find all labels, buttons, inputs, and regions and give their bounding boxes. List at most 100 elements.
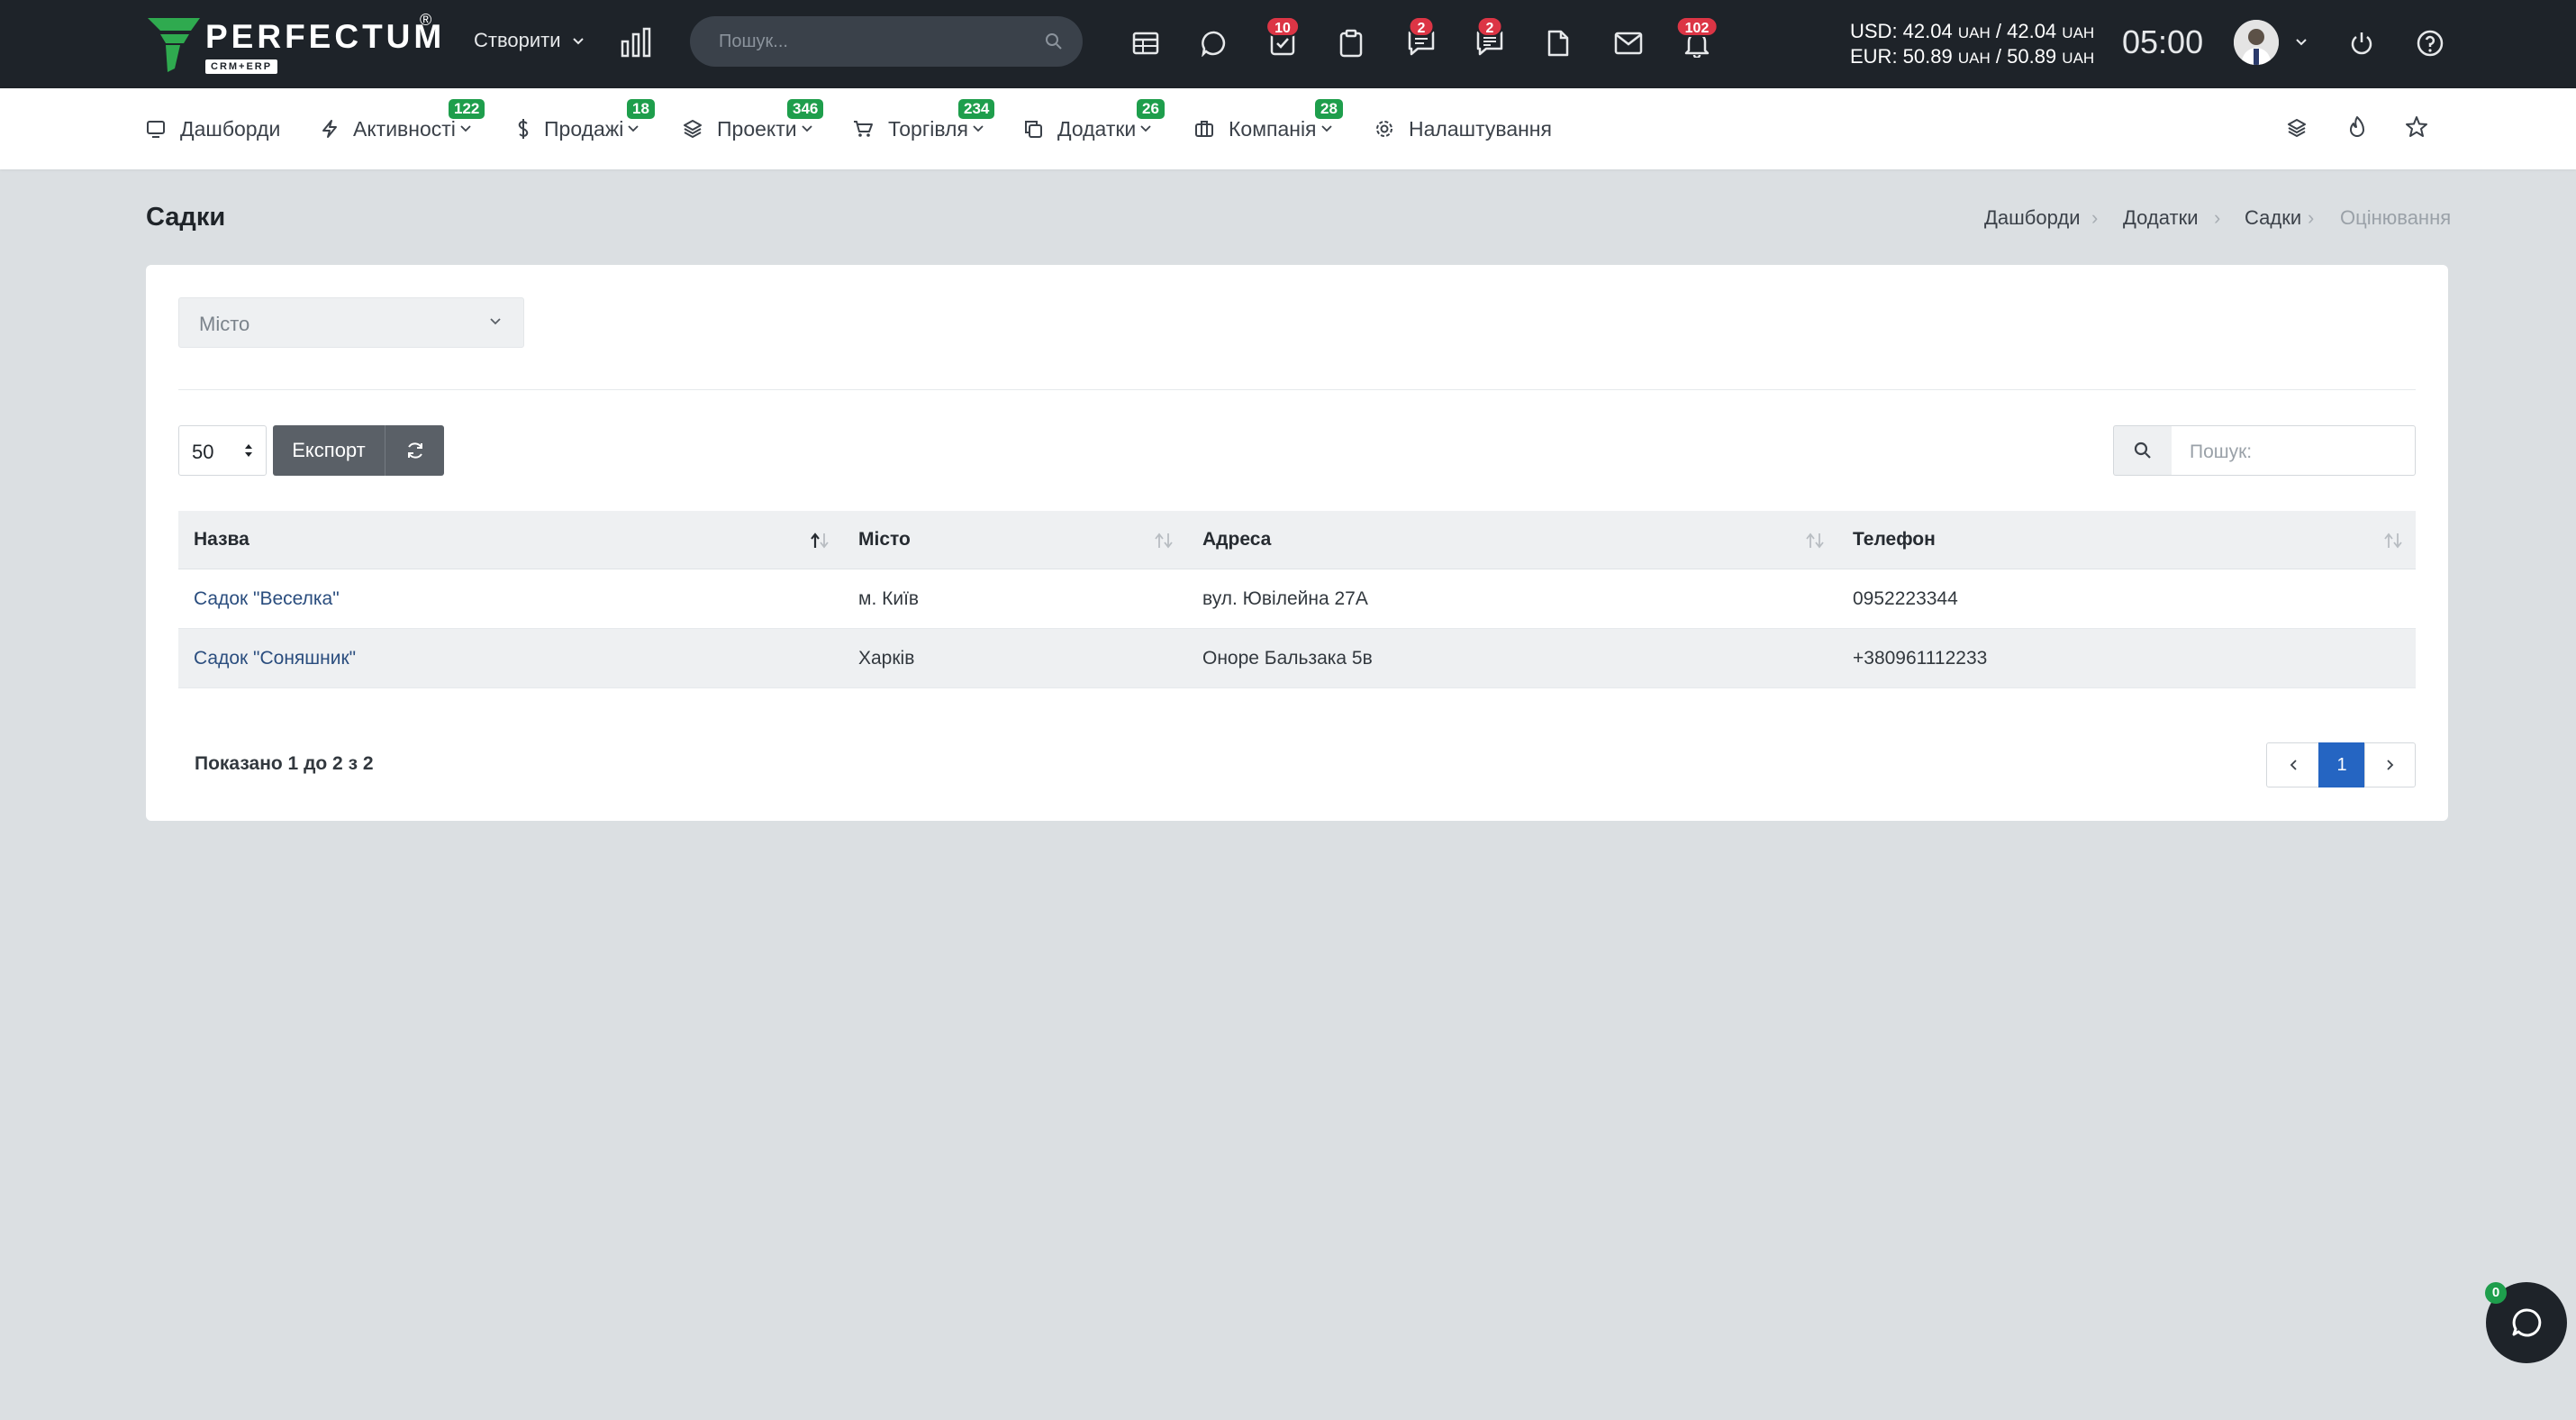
create-label: Створити bbox=[474, 29, 561, 51]
nav-dashboards[interactable]: Дашборди bbox=[146, 115, 280, 142]
currency-eur: EUR: 50.89 UAH / 50.89 UAH bbox=[1850, 45, 2095, 68]
layers-icon[interactable] bbox=[2286, 117, 2308, 139]
logo-subtitle: CRM+ERP bbox=[205, 59, 278, 74]
chevron-down-icon bbox=[1140, 125, 1151, 132]
chevron-down-icon bbox=[801, 125, 812, 132]
nav-trade[interactable]: Торгівля bbox=[852, 115, 984, 142]
search-icon bbox=[2134, 441, 2151, 459]
table-cell-phone: +380961112233 bbox=[1853, 648, 1988, 669]
chat-icon bbox=[2512, 1308, 2542, 1337]
global-search-input[interactable]: Пошук... bbox=[690, 16, 1083, 67]
currency-usd: USD: 42.04 UAH / 42.04 UAH bbox=[1850, 20, 2095, 42]
sort-ascending-icon[interactable] bbox=[809, 532, 830, 550]
create-menu-button[interactable]: Створити bbox=[474, 29, 585, 52]
copy-icon bbox=[1025, 121, 1042, 138]
city-filter-select[interactable]: Місто bbox=[178, 297, 524, 348]
tasks-badge: 10 bbox=[1265, 16, 1300, 37]
pagination-page-button[interactable]: 1 bbox=[2318, 742, 2365, 787]
reports-chart-icon[interactable] bbox=[620, 27, 652, 58]
table-cell-address: вул. Ювілейна 27А bbox=[1202, 588, 1368, 609]
nav-activities[interactable]: Активності bbox=[321, 115, 472, 142]
power-icon[interactable] bbox=[2344, 25, 2380, 61]
refresh-icon bbox=[407, 442, 422, 459]
clock: 05:00 bbox=[2122, 23, 2204, 60]
messages-badge: 2 bbox=[1476, 16, 1503, 37]
table-search-input[interactable]: Пошук: bbox=[2172, 425, 2416, 476]
table-search-button[interactable] bbox=[2113, 425, 2172, 476]
chat-badge: 2 bbox=[1408, 16, 1435, 37]
monitor-icon bbox=[147, 121, 165, 138]
kindergarten-name-link[interactable]: Садок "Веселка" bbox=[194, 588, 340, 610]
logo-icon[interactable] bbox=[144, 14, 204, 74]
sort-icon[interactable] bbox=[1153, 532, 1175, 550]
file-icon[interactable] bbox=[1540, 25, 1576, 61]
fire-icon[interactable] bbox=[2347, 115, 2367, 139]
breadcrumb-separator-icon: › bbox=[2091, 206, 2099, 229]
layers-icon bbox=[684, 120, 702, 139]
global-search-placeholder: Пошук... bbox=[719, 32, 788, 51]
user-menu-chevron-icon[interactable] bbox=[2295, 38, 2308, 47]
page-length-select[interactable]: 50 bbox=[178, 425, 267, 476]
clipboard-icon[interactable] bbox=[1333, 25, 1369, 61]
cart-icon bbox=[854, 121, 873, 137]
breadcrumb-addons[interactable]: Додатки bbox=[2123, 206, 2198, 230]
city-filter-placeholder: Місто bbox=[199, 313, 250, 335]
chat-widget-badge: 0 bbox=[2485, 1282, 2507, 1304]
nav-company-badge: 28 bbox=[1315, 99, 1343, 119]
kindergarten-name-link[interactable]: Садок "Соняшник" bbox=[194, 648, 356, 669]
messages-icon[interactable]: 2 bbox=[1472, 16, 1508, 61]
nav-addons[interactable]: Додатки bbox=[1023, 115, 1152, 142]
nav-addons-label: Додатки bbox=[1057, 116, 1137, 141]
notifications-bell-icon[interactable]: 102 bbox=[1675, 16, 1719, 61]
currency-rates: USD: 42.04 UAH / 42.04 UAH EUR: 50.89 UA… bbox=[1850, 20, 2094, 70]
column-header-name[interactable]: Назва bbox=[194, 529, 249, 551]
nav-sales-label: Продажі bbox=[544, 116, 624, 141]
chat-bubble-icon[interactable] bbox=[1196, 25, 1232, 61]
notifications-badge: 102 bbox=[1675, 16, 1719, 37]
nav-activities-label: Активності bbox=[353, 116, 456, 141]
mail-icon[interactable] bbox=[1610, 25, 1646, 61]
chevron-down-icon bbox=[628, 125, 639, 132]
chevron-down-icon bbox=[1320, 125, 1332, 132]
nav-dashboards-label: Дашборди bbox=[180, 116, 281, 141]
breadcrumb-dashboards[interactable]: Дашборди bbox=[1984, 206, 2080, 230]
sort-icon[interactable] bbox=[2382, 532, 2404, 550]
table-cell-city: Харків bbox=[858, 648, 915, 669]
calendar-table-icon[interactable] bbox=[1128, 25, 1164, 61]
chevron-left-icon bbox=[2290, 760, 2297, 770]
logo-registered-mark: ® bbox=[420, 11, 432, 29]
logo-text[interactable]: PERFECTUM bbox=[205, 18, 445, 56]
table-info: Показано 1 до 2 з 2 bbox=[195, 753, 374, 774]
export-button[interactable]: Експорт bbox=[273, 425, 385, 476]
column-header-address[interactable]: Адреса bbox=[1202, 529, 1271, 551]
search-icon bbox=[1046, 33, 1062, 50]
refresh-button[interactable] bbox=[385, 425, 444, 476]
nav-projects[interactable]: Проекти bbox=[683, 115, 813, 142]
nav-sales-badge: 18 bbox=[627, 99, 655, 119]
nav-settings[interactable]: Налаштування bbox=[1374, 115, 1552, 142]
gear-icon bbox=[1376, 121, 1392, 137]
pagination-next-button[interactable] bbox=[2364, 742, 2416, 787]
star-icon[interactable] bbox=[2405, 115, 2428, 139]
nav-trade-badge: 234 bbox=[958, 99, 995, 119]
help-icon[interactable] bbox=[2412, 25, 2448, 61]
user-avatar[interactable] bbox=[2234, 20, 2279, 65]
chevron-down-icon bbox=[490, 318, 501, 325]
nav-addons-badge: 26 bbox=[1137, 99, 1165, 119]
nav-company[interactable]: Компанія bbox=[1194, 115, 1333, 142]
briefcase-icon bbox=[1195, 121, 1213, 137]
nav-projects-label: Проекти bbox=[717, 116, 797, 141]
tasks-check-icon[interactable]: 10 bbox=[1265, 16, 1301, 61]
breadcrumb-current: Оцінювання bbox=[2340, 206, 2452, 229]
sort-arrows-icon bbox=[245, 444, 252, 457]
nav-sales[interactable]: Продажі bbox=[517, 115, 639, 142]
discussions-icon[interactable]: 2 bbox=[1403, 16, 1439, 61]
breadcrumb-kindergartens[interactable]: Садки bbox=[2245, 206, 2301, 230]
pagination-prev-button[interactable] bbox=[2266, 742, 2319, 787]
sort-icon[interactable] bbox=[1804, 532, 1826, 550]
column-header-phone[interactable]: Телефон bbox=[1853, 529, 1936, 551]
page-title: Садки bbox=[146, 203, 226, 232]
dollar-icon bbox=[518, 119, 529, 139]
column-header-city[interactable]: Місто bbox=[858, 529, 911, 551]
table-cell-phone: 0952223344 bbox=[1853, 588, 1958, 609]
